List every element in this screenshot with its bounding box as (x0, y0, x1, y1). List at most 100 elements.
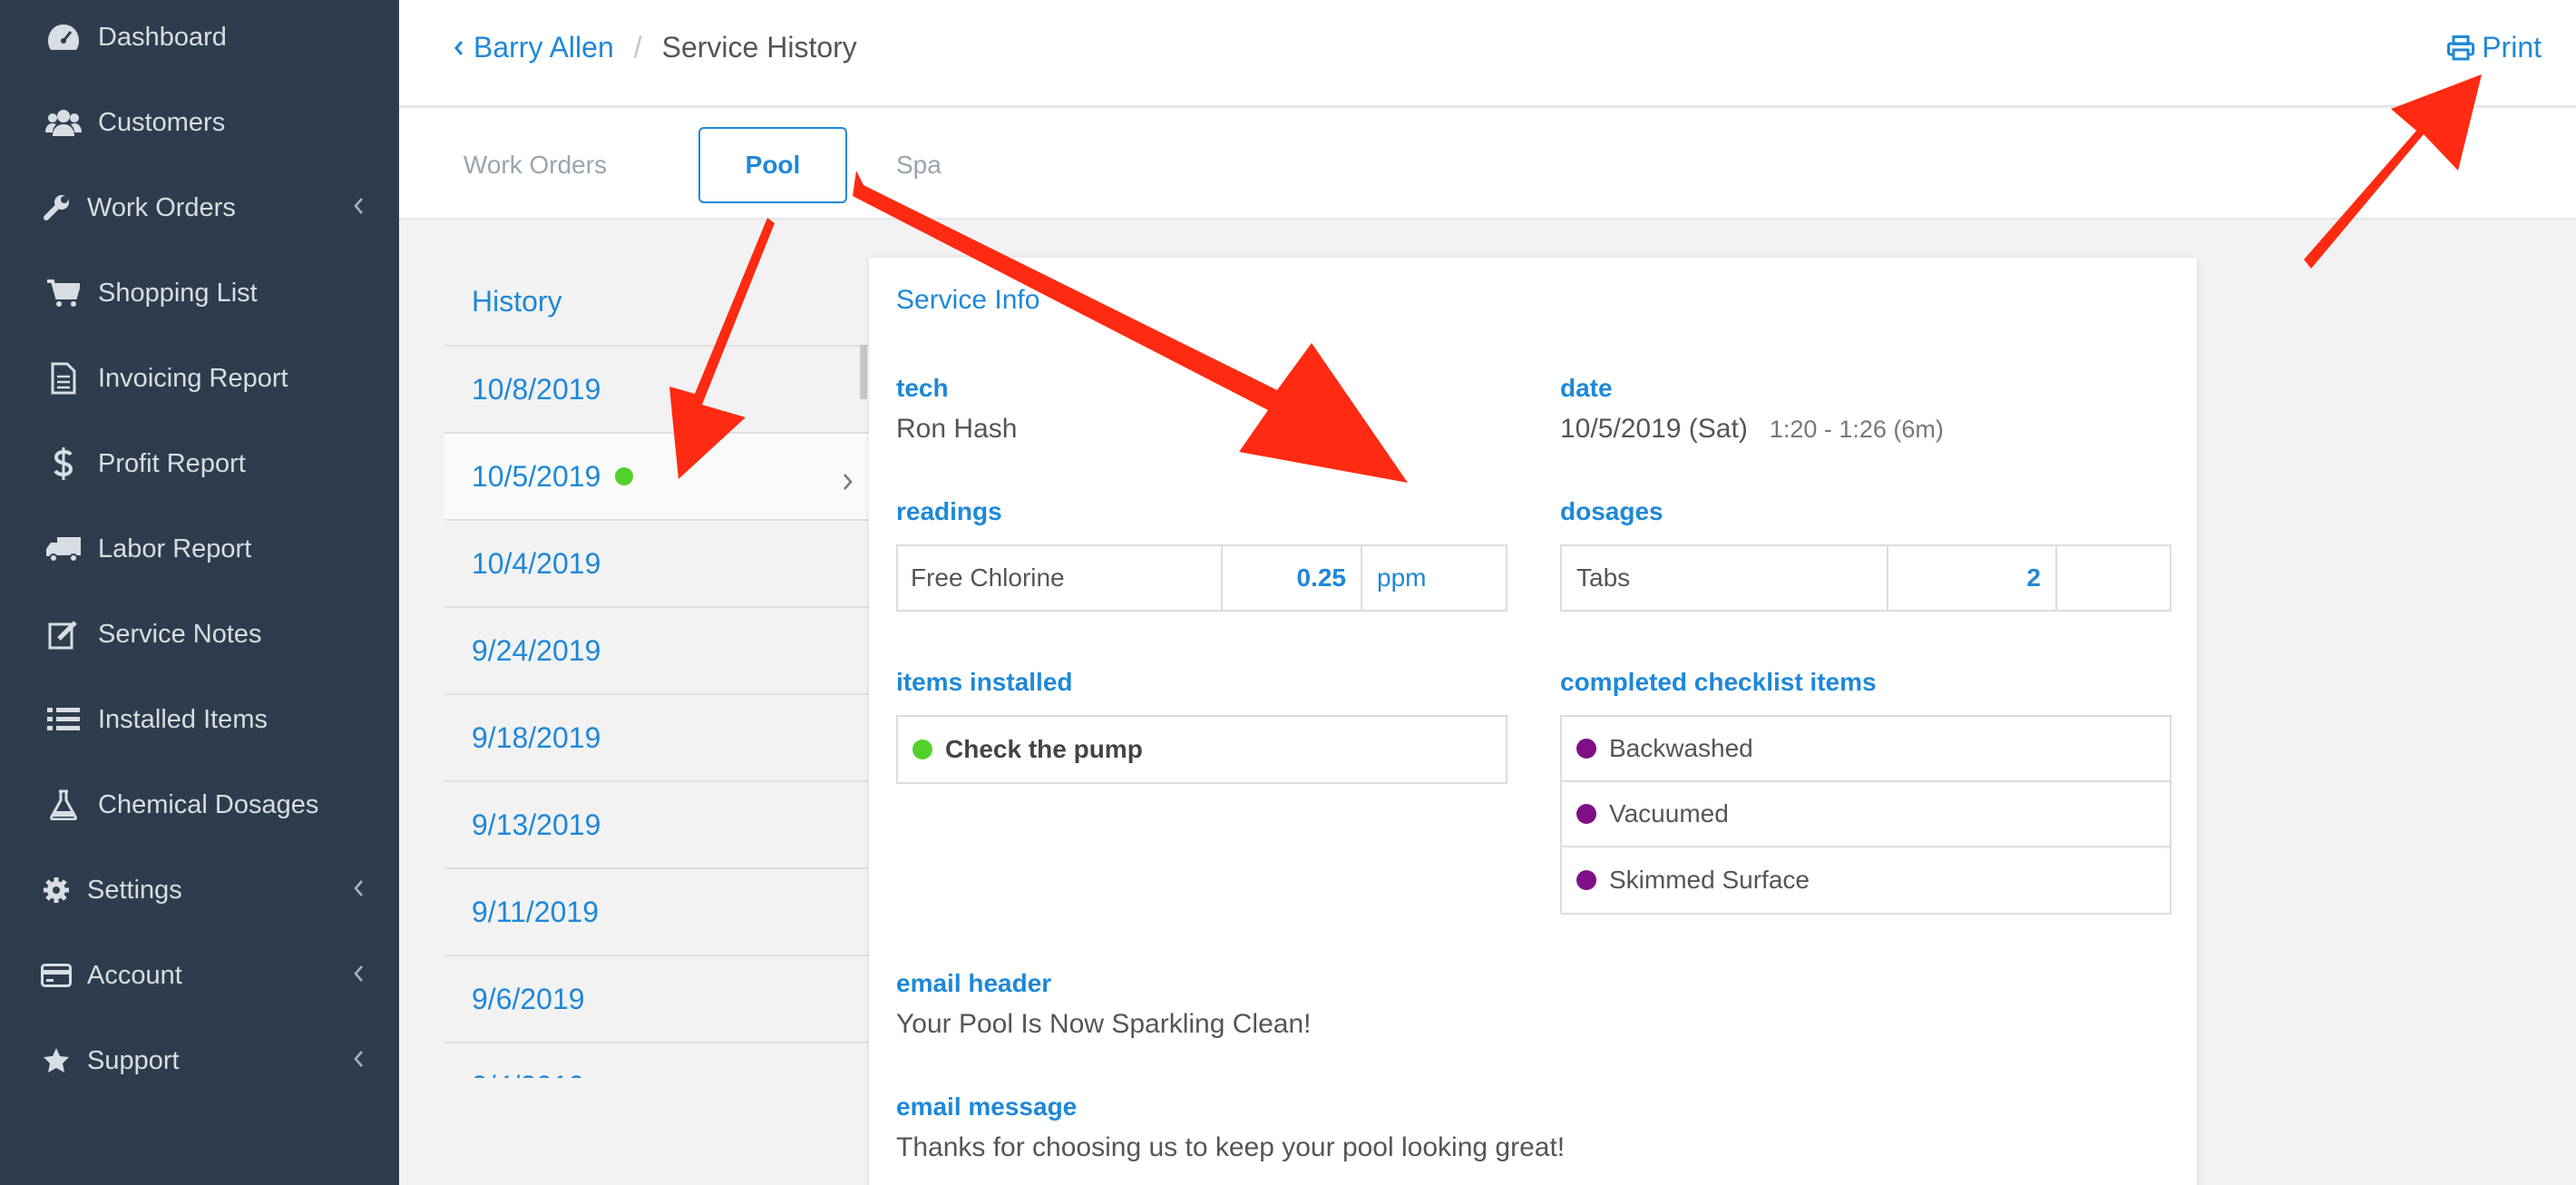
reading-value: 0.25 (1223, 546, 1362, 610)
history-date: 9/6/2019 (472, 982, 585, 1015)
sidebar-item-customers[interactable]: Customers (0, 80, 399, 165)
history-row[interactable]: 9/4/2019 (444, 1042, 869, 1078)
reading-name: Free Chlorine (898, 546, 1223, 610)
dosage-unit (2057, 546, 2170, 610)
history-row[interactable]: 9/6/2019 (444, 955, 869, 1042)
sidebar-item-label: Chemical Dosages (98, 789, 319, 819)
dosages-label: dosages (1560, 497, 1664, 525)
dashboard-icon (45, 19, 82, 55)
sidebar-item-labor-report[interactable]: Labor Report (0, 506, 399, 592)
status-dot (615, 467, 634, 485)
items-installed-list: Check the pump (896, 715, 1508, 784)
gear-icon (38, 872, 74, 908)
print-button[interactable]: Print (2447, 31, 2542, 64)
sidebar-item-label: Invoicing Report (98, 363, 288, 393)
sidebar-item-installed-items[interactable]: Installed Items (0, 677, 399, 762)
dosage-value: 2 (1888, 546, 2057, 610)
sidebar-item-invoicing-report[interactable]: Invoicing Report (0, 336, 399, 421)
printer-icon (2447, 34, 2482, 61)
chevron-left-icon (352, 877, 365, 899)
history-row[interactable]: 9/11/2019 (444, 867, 869, 955)
history-date: 9/4/2019 (472, 1070, 585, 1079)
checklist-item: Backwashed (1562, 717, 2170, 782)
history-row[interactable]: 9/18/2019 (444, 693, 869, 780)
readings-label: readings (896, 497, 1002, 525)
status-dot (912, 739, 932, 759)
back-link-label: Barry Allen (473, 31, 614, 64)
sidebar-item-account[interactable]: Account (0, 933, 399, 1018)
sidebar-item-label: Settings (87, 875, 182, 905)
tab-pool[interactable]: Pool (698, 127, 847, 203)
sidebar-item-work-orders[interactable]: Work Orders (0, 165, 399, 250)
checklist-item-label: Vacuumed (1609, 799, 1729, 828)
date-value: 10/5/2019 (Sat) 1:20 - 1:26 (6m) (1560, 414, 1944, 445)
cart-icon (45, 275, 82, 311)
sidebar-item-chemical-dosages[interactable]: Chemical Dosages (0, 762, 399, 847)
history-row[interactable]: 9/13/2019 (444, 780, 869, 867)
breadcrumb: Barry Allen / Service History (454, 31, 857, 64)
history-date: 9/18/2019 (472, 720, 601, 754)
checklist-item: Vacuumed (1562, 782, 2170, 847)
chevron-left-icon (352, 1048, 365, 1070)
service-info-card: Service Info tech Ron Hash date 10/5/201… (869, 258, 2197, 1185)
dollar-icon (45, 446, 82, 482)
chevron-left-icon (454, 39, 464, 57)
sidebar-item-label: Customers (98, 107, 226, 137)
sidebar-item-dashboard[interactable]: Dashboard (0, 0, 399, 80)
sidebar-item-label: Shopping List (98, 278, 258, 308)
history-row[interactable]: 10/4/2019 (444, 519, 869, 606)
sidebar-item-label: Support (87, 1045, 180, 1075)
truck-icon (45, 531, 82, 567)
history-list[interactable]: 10/8/2019 10/5/2019 10/4/2019 9/24/2019 … (444, 345, 869, 1078)
tab-spa[interactable]: Spa (889, 127, 998, 203)
sidebar-item-label: Profit Report (98, 448, 246, 478)
print-label: Print (2482, 31, 2542, 64)
history-date: 9/24/2019 (472, 633, 601, 667)
sidebar-item-label: Dashboard (98, 22, 227, 52)
history-row[interactable]: 10/8/2019 (444, 345, 869, 432)
back-link[interactable]: Barry Allen (454, 31, 614, 64)
sidebar-item-label: Installed Items (98, 704, 268, 734)
checklist-dot (1576, 804, 1596, 824)
history-date: 9/11/2019 (472, 895, 599, 928)
date-label: date (1560, 374, 1613, 402)
tech-value: Ron Hash (896, 414, 1018, 444)
sidebar-item-service-notes[interactable]: Service Notes (0, 592, 399, 677)
checklist-list: Backwashed Vacuumed Skimmed Surface (1560, 715, 2171, 915)
wrench-icon (38, 190, 74, 226)
credit-card-icon (38, 957, 74, 994)
items-installed-label: items installed (896, 668, 1073, 696)
history-row[interactable]: 9/24/2019 (444, 606, 869, 693)
tab-work-orders[interactable]: Work Orders (454, 127, 617, 203)
installed-item-label: Check the pump (945, 735, 1143, 763)
sidebar-item-support[interactable]: Support (0, 1018, 399, 1103)
chevron-left-icon (352, 963, 365, 984)
page-title: Service History (661, 31, 857, 64)
sidebar-item-label: Labor Report (98, 534, 252, 563)
edit-icon (45, 616, 82, 652)
sidebar-item-profit-report[interactable]: Profit Report (0, 421, 399, 506)
history-date: 9/13/2019 (472, 808, 601, 841)
service-date: 10/5/2019 (Sat) (1560, 414, 1748, 444)
page-header: Barry Allen / Service History Print (399, 0, 2576, 107)
sidebar-item-shopping-list[interactable]: Shopping List (0, 250, 399, 336)
history-date: 10/5/2019 (472, 459, 601, 493)
readings-table: Free Chlorine 0.25 ppm (896, 544, 1508, 612)
history-title: History (472, 285, 562, 318)
history-scrollbar[interactable] (860, 345, 867, 399)
chevron-right-icon (842, 466, 854, 500)
checklist-dot (1576, 739, 1596, 759)
email-message-value: Thanks for choosing us to keep your pool… (896, 1132, 1566, 1162)
history-date: 10/4/2019 (472, 546, 601, 580)
dosage-name: Tabs (1562, 546, 1888, 610)
users-icon (45, 104, 82, 141)
history-row-selected[interactable]: 10/5/2019 (444, 432, 869, 519)
list-icon (45, 701, 82, 738)
sidebar-item-label: Work Orders (87, 192, 236, 222)
reading-unit: ppm (1377, 563, 1427, 592)
email-message-label: email message (896, 1092, 1078, 1121)
sidebar-item-settings[interactable]: Settings (0, 847, 399, 933)
chevron-left-icon (352, 195, 365, 217)
checklist-item: Skimmed Surface (1562, 847, 2170, 913)
checklist-dot (1576, 870, 1596, 890)
